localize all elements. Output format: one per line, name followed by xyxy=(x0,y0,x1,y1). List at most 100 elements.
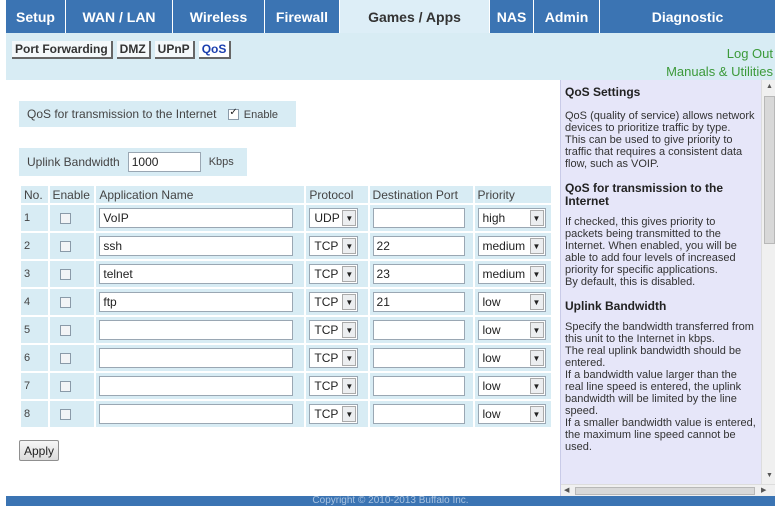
destination-port-input[interactable] xyxy=(372,208,465,228)
priority-value: medium xyxy=(482,267,526,281)
qos-enable-group: Enable xyxy=(228,107,278,121)
application-name-input[interactable] xyxy=(99,348,294,368)
chevron-down-icon: ▼ xyxy=(342,294,357,310)
row-enable-checkbox[interactable] xyxy=(59,268,71,280)
uplink-bandwidth-input[interactable]: 1000 xyxy=(127,152,201,172)
nav-tab-wireless[interactable]: Wireless xyxy=(173,0,265,33)
application-name-input[interactable] xyxy=(99,376,294,396)
row-enable-checkbox[interactable] xyxy=(59,324,71,336)
nav-tab-setup[interactable]: Setup xyxy=(6,0,66,33)
row-enable-checkbox[interactable] xyxy=(59,408,71,420)
row-enable-checkbox[interactable] xyxy=(59,296,71,308)
row-number: 1 xyxy=(21,205,48,231)
row-number: 8 xyxy=(21,401,48,427)
destination-port-input[interactable] xyxy=(372,404,465,424)
row-name-cell xyxy=(96,373,305,399)
row-protocol-cell: TCP ▼ xyxy=(306,289,368,315)
protocol-select[interactable]: TCP ▼ xyxy=(309,376,359,396)
uplink-unit: Kbps xyxy=(208,156,234,168)
application-name-input[interactable]: VoIP xyxy=(99,208,294,228)
priority-select[interactable]: medium ▼ xyxy=(477,264,546,284)
manuals-link[interactable]: Manuals & Utilities xyxy=(666,64,773,79)
priority-value: medium xyxy=(482,239,526,253)
priority-select[interactable]: low ▼ xyxy=(477,320,546,340)
row-enable-checkbox[interactable] xyxy=(59,240,71,252)
nav-tab-firewall[interactable]: Firewall xyxy=(265,0,340,33)
footer: Copyright © 2010-2013 Buffalo Inc. xyxy=(6,496,775,506)
hscroll-thumb[interactable] xyxy=(575,487,755,495)
application-name-input[interactable] xyxy=(99,320,294,340)
subtab-dmz[interactable]: DMZ xyxy=(116,41,151,59)
row-enable-cell xyxy=(49,317,95,343)
subtab-upnp[interactable]: UPnP xyxy=(154,41,195,59)
nav-tab-games-apps[interactable]: Games / Apps xyxy=(340,0,490,33)
protocol-select[interactable]: TCP ▼ xyxy=(309,236,359,256)
qos-enable-checkbox[interactable] xyxy=(228,107,240,121)
nav-tab-admin[interactable]: Admin xyxy=(534,0,600,33)
destination-port-input[interactable]: 22 xyxy=(372,236,465,256)
protocol-value: TCP xyxy=(314,295,339,309)
protocol-select[interactable]: TCP ▼ xyxy=(309,264,359,284)
protocol-value: TCP xyxy=(314,407,339,421)
row-enable-checkbox[interactable] xyxy=(59,212,71,224)
priority-select[interactable]: high ▼ xyxy=(477,208,546,228)
row-priority-cell: low ▼ xyxy=(474,289,551,315)
apply-button[interactable]: Apply xyxy=(19,440,60,461)
logout-link[interactable]: Log Out xyxy=(727,46,773,61)
nav-tab-diagnostic[interactable]: Diagnostic xyxy=(600,0,775,33)
priority-select[interactable]: low ▼ xyxy=(477,292,546,312)
table-row: 2 ssh TCP ▼ 22 medium ▼ xyxy=(21,233,551,259)
row-enable-checkbox[interactable] xyxy=(59,380,71,392)
help-horizontal-scrollbar[interactable]: ◀ ▶ xyxy=(561,484,775,496)
protocol-select[interactable]: TCP ▼ xyxy=(309,292,359,312)
destination-port-input[interactable]: 21 xyxy=(372,292,465,312)
priority-select[interactable]: low ▼ xyxy=(477,376,546,396)
priority-select[interactable]: low ▼ xyxy=(477,348,546,368)
nav-tab-wan-lan[interactable]: WAN / LAN xyxy=(66,0,173,33)
help-vertical-scrollbar[interactable]: ▲ ▼ xyxy=(761,80,775,484)
scroll-up-icon[interactable]: ▲ xyxy=(766,83,773,90)
priority-select[interactable]: low ▼ xyxy=(477,404,546,424)
chevron-down-icon: ▼ xyxy=(529,350,544,366)
destination-port-input[interactable]: 23 xyxy=(372,264,465,284)
application-name-input[interactable] xyxy=(99,404,294,424)
sub-nav-bar: Port Forwarding DMZ UPnP QoS Log Out Manual… xyxy=(6,33,775,80)
scroll-left-icon[interactable]: ◀ xyxy=(564,486,569,494)
row-enable-cell xyxy=(49,233,95,259)
destination-port-input[interactable] xyxy=(372,376,465,396)
row-protocol-cell: TCP ▼ xyxy=(306,345,368,371)
row-number: 2 xyxy=(21,233,48,259)
row-port-cell xyxy=(369,401,473,427)
help-section2-title: Uplink Bandwidth xyxy=(565,299,667,313)
row-port-cell xyxy=(369,205,473,231)
nav-tab-nas[interactable]: NAS xyxy=(490,0,534,33)
scroll-thumb[interactable] xyxy=(764,96,775,244)
application-name-input[interactable]: telnet xyxy=(99,264,294,284)
application-name-input[interactable]: ftp xyxy=(99,292,294,312)
scroll-right-icon[interactable]: ▶ xyxy=(761,486,766,494)
protocol-select[interactable]: TCP ▼ xyxy=(309,348,359,368)
row-priority-cell: medium ▼ xyxy=(474,233,551,259)
application-name-input[interactable]: ssh xyxy=(99,236,294,256)
help-section1-title: QoS for transmission to the Internet xyxy=(565,181,724,208)
scroll-down-icon[interactable]: ▼ xyxy=(766,472,773,479)
protocol-select[interactable]: TCP ▼ xyxy=(309,320,359,340)
priority-select[interactable]: medium ▼ xyxy=(477,236,546,256)
row-name-cell: VoIP xyxy=(96,205,305,231)
subtab-qos[interactable]: QoS xyxy=(198,41,232,59)
qos-main-panel: QoS for transmission to the Internet Ena… xyxy=(6,80,551,495)
protocol-select[interactable]: TCP ▼ xyxy=(309,404,359,424)
row-enable-checkbox[interactable] xyxy=(59,352,71,364)
uplink-box: Uplink Bandwidth 1000 Kbps xyxy=(19,148,247,176)
protocol-select[interactable]: UDP ▼ xyxy=(309,208,359,228)
help-section1-text: If checked, this gives priority to packe… xyxy=(565,216,737,288)
row-priority-cell: low ▼ xyxy=(474,317,551,343)
row-enable-cell xyxy=(49,289,95,315)
row-protocol-cell: TCP ▼ xyxy=(306,261,368,287)
subtab-port-forwarding[interactable]: Port Forwarding xyxy=(12,41,113,59)
destination-port-input[interactable] xyxy=(372,348,465,368)
table-row: 4 ftp TCP ▼ 21 low ▼ xyxy=(21,289,551,315)
chevron-down-icon: ▼ xyxy=(342,378,357,394)
row-priority-cell: low ▼ xyxy=(474,345,551,371)
destination-port-input[interactable] xyxy=(372,320,465,340)
